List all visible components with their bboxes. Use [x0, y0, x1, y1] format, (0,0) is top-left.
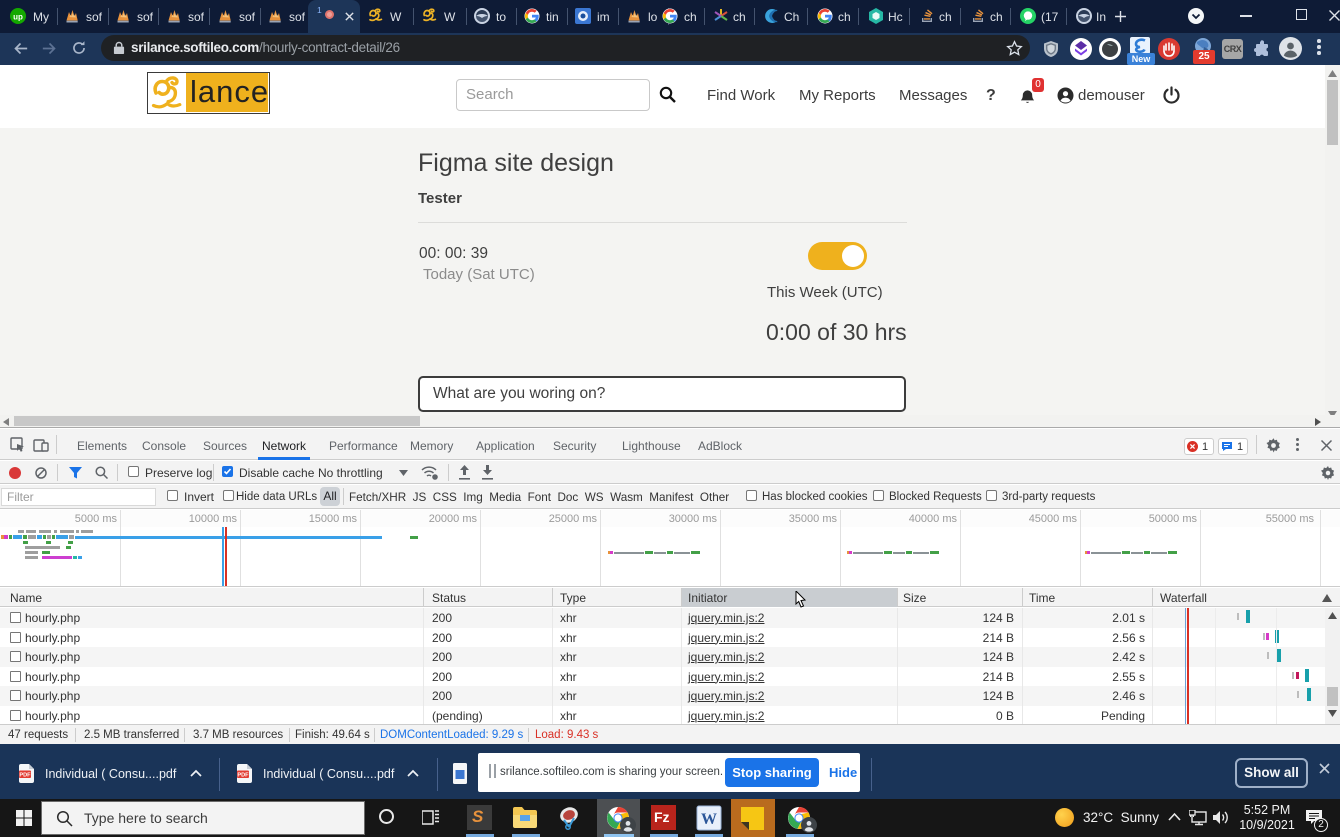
svg-text:W: W [701, 811, 717, 828]
svg-text:PDF: PDF [19, 772, 31, 778]
svg-text:up: up [13, 13, 23, 22]
svg-text:PDF: PDF [237, 772, 249, 778]
